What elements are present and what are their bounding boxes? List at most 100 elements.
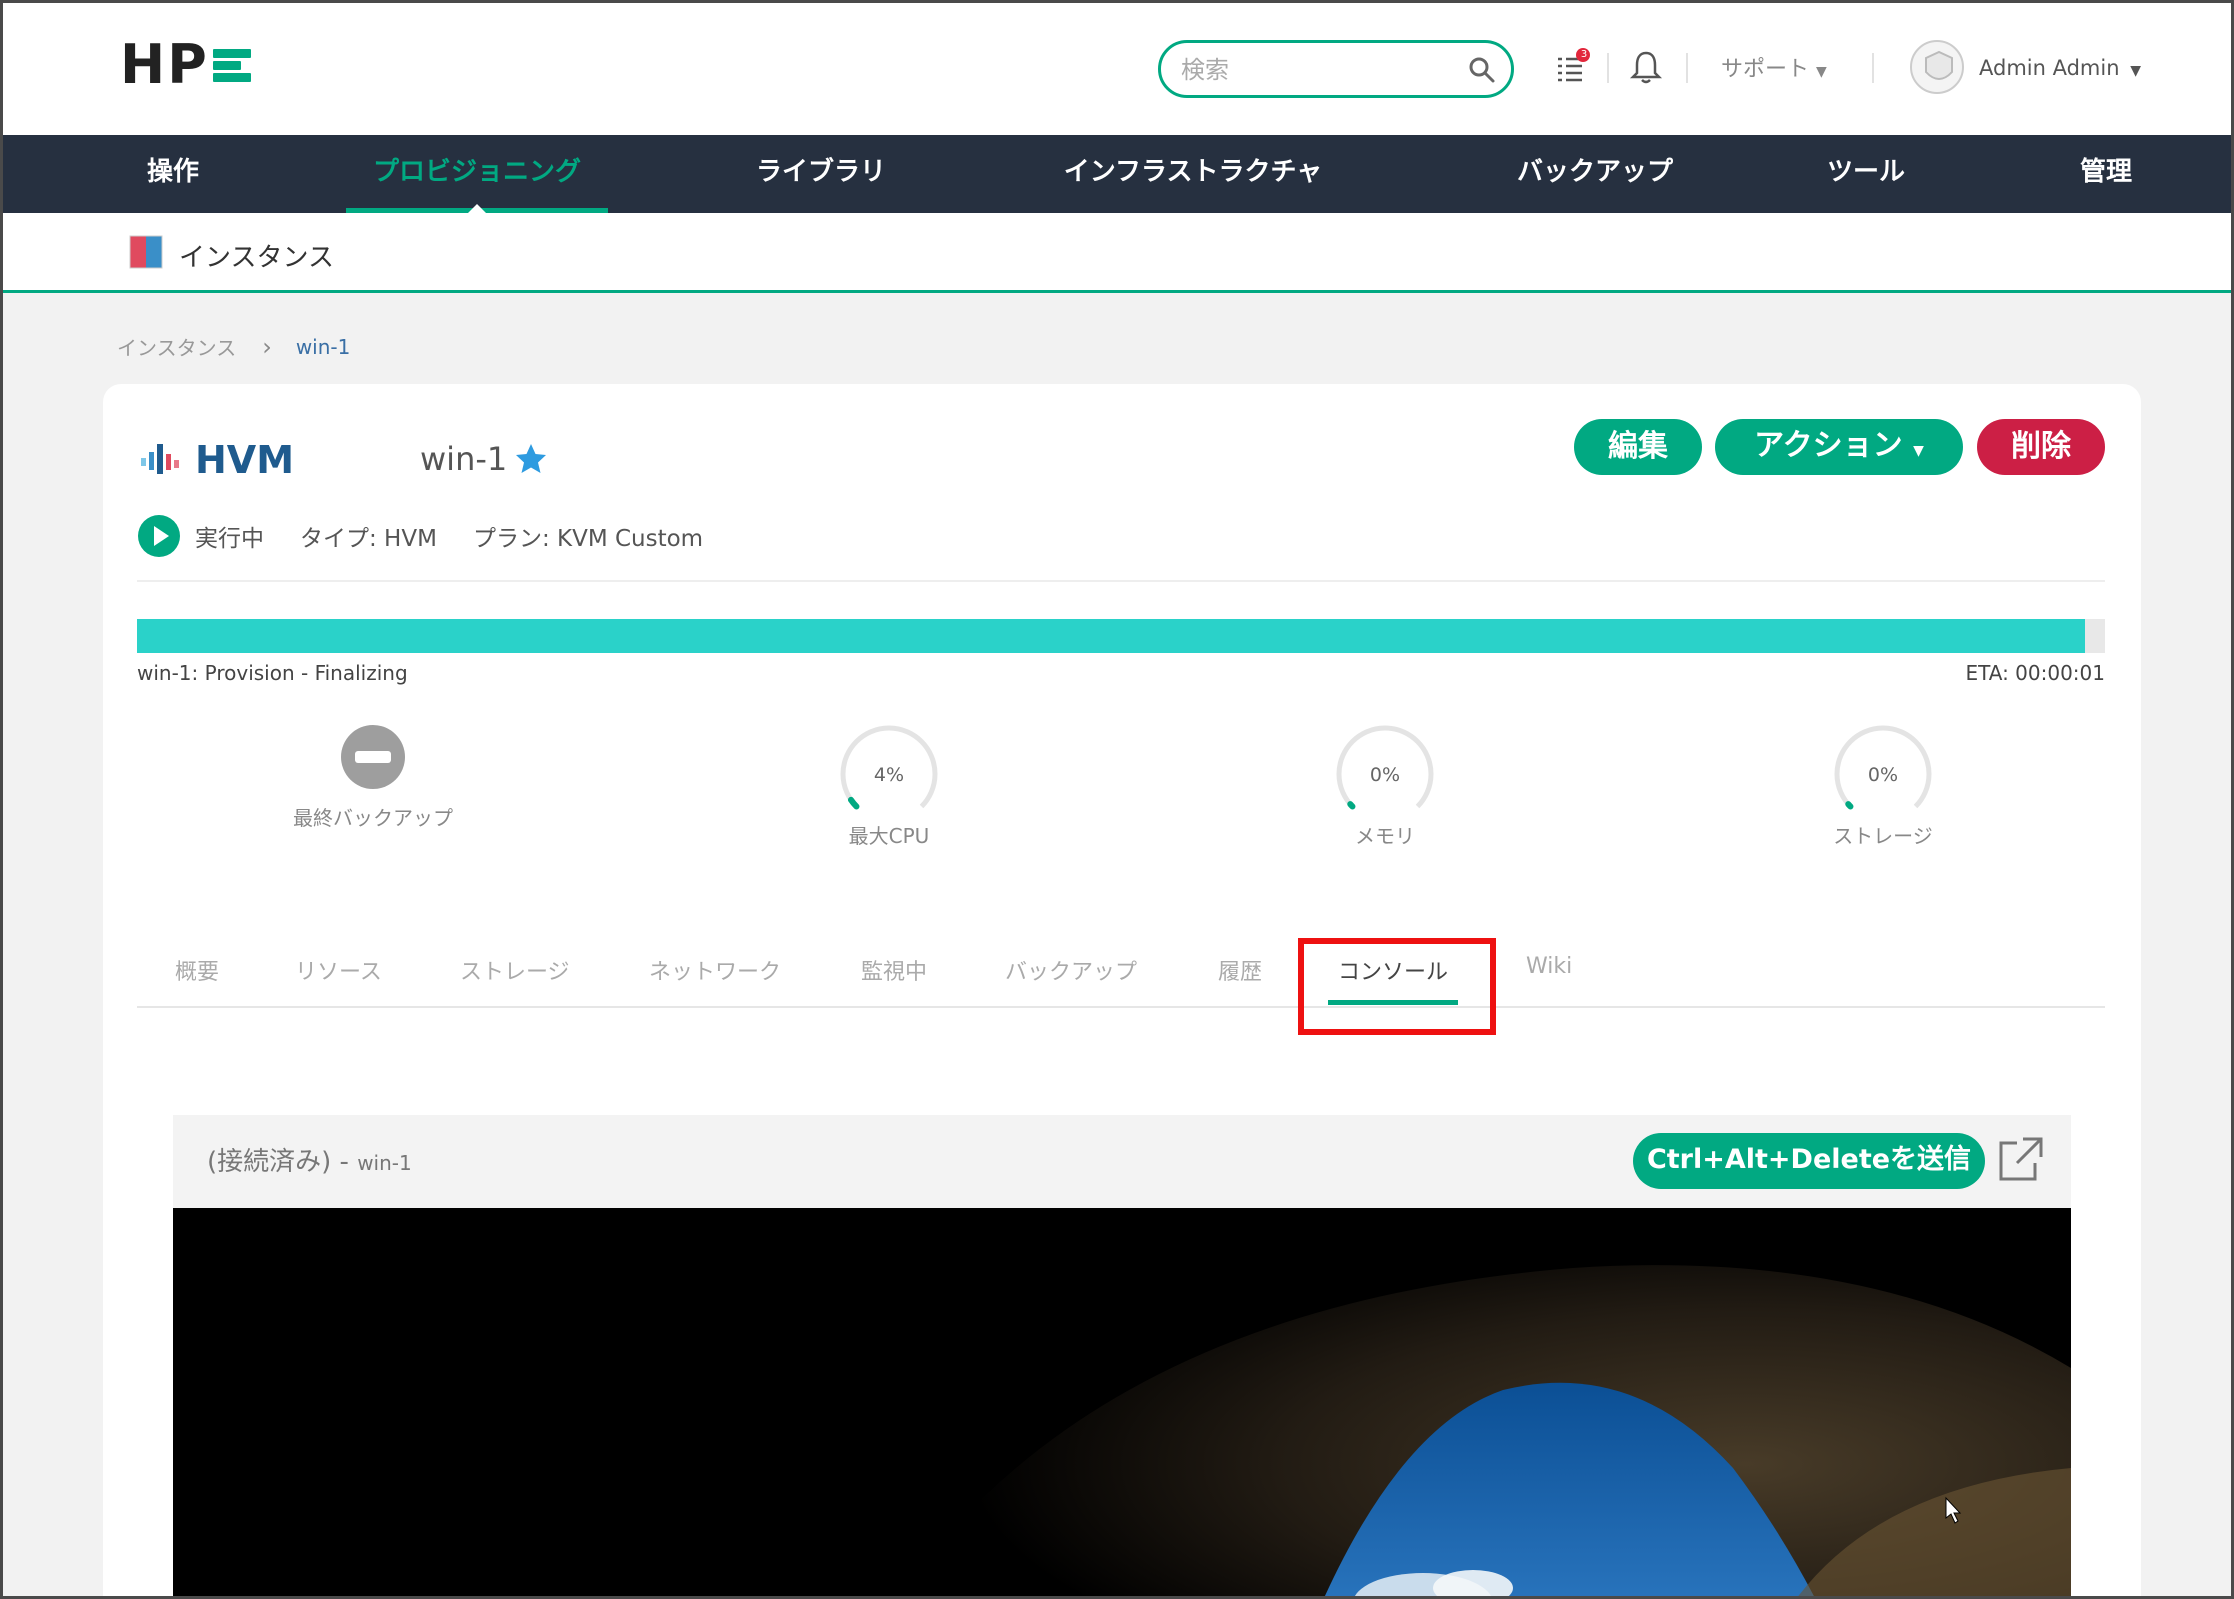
header-divider xyxy=(1686,53,1688,83)
actions-dropdown-button[interactable]: アクション ▼ xyxy=(1715,419,1963,475)
active-caret-icon xyxy=(468,204,486,213)
app-window: HP 3 xyxy=(0,0,2234,1599)
tab-monitoring[interactable]: 監視中 xyxy=(861,954,927,986)
progress-eta: ETA: 00:00:01 xyxy=(1965,661,2105,685)
plan-label: プラン: KVM Custom xyxy=(472,526,704,552)
tab-network[interactable]: ネットワーク xyxy=(649,954,781,986)
desktop-wallpaper xyxy=(173,1208,2071,1596)
caret-down-icon: ▼ xyxy=(1816,64,1827,80)
instances-icon xyxy=(129,235,163,269)
section-title: インスタンス xyxy=(179,243,334,273)
notification-count-badge: 3 xyxy=(1580,49,1588,60)
tab-label: 監視中 xyxy=(861,960,928,985)
search-box[interactable] xyxy=(1158,40,1514,98)
nav-item-label: 管理 xyxy=(2079,157,2132,187)
tab-storage[interactable]: ストレージ xyxy=(460,954,570,986)
tab-label: Wiki xyxy=(1526,954,1573,979)
breadcrumb-link-instances[interactable]: インスタンス xyxy=(117,332,236,361)
actions-button-label: アクション xyxy=(1754,428,1903,463)
instance-tabs: 概要 リソース ストレージ ネットワーク 監視中 バックアップ 履歴 コンソール… xyxy=(137,934,2105,1008)
stat-last-backup: 最終バックアップ xyxy=(253,714,493,831)
status-label: 実行中 xyxy=(195,526,264,552)
top-header: HP 3 xyxy=(3,3,2231,135)
job-list-icon[interactable]: 3 xyxy=(1554,47,1594,87)
gauge-fill xyxy=(1845,801,1854,810)
tab-backups[interactable]: バックアップ xyxy=(1005,954,1137,986)
send-ctrl-alt-delete-button[interactable]: Ctrl+Alt+Deleteを送信 xyxy=(1633,1133,1985,1189)
divider xyxy=(137,580,2105,582)
provision-progress-bar xyxy=(137,619,2105,653)
nav-item-library[interactable]: ライブラリ xyxy=(748,135,894,213)
instance-detail-card: HVM win-1 編集 アクション ▼ 削除 実行中 タイプ: HVM プラン… xyxy=(103,384,2141,1596)
bell-icon[interactable] xyxy=(1629,49,1663,85)
main-nav: 操作 プロビジョニング ライブラリ インフラストラクチャ バックアップ ツール … xyxy=(3,135,2231,213)
no-backup-icon xyxy=(341,725,405,789)
support-label: サポート xyxy=(1721,57,1810,82)
cloud-logo-text: HVM xyxy=(195,438,295,482)
stat-max-cpu: 4% 最大CPU xyxy=(769,714,1009,849)
support-menu[interactable]: サポート ▼ xyxy=(1721,51,1827,83)
stat-label: 最大CPU xyxy=(848,824,930,848)
gauge-fill xyxy=(847,796,860,810)
popout-window-icon[interactable] xyxy=(1995,1135,2045,1185)
instance-status-row: 実行中 タイプ: HVM プラン: KVM Custom xyxy=(137,514,703,558)
user-name-label: Admin Admin xyxy=(1979,56,2120,80)
breadcrumb-current[interactable]: win-1 xyxy=(296,335,351,359)
stat-value: 0% xyxy=(1867,764,1899,786)
stat-label: メモリ xyxy=(1355,824,1415,848)
header-divider xyxy=(1872,53,1874,83)
stat-label: ストレージ xyxy=(1833,824,1933,848)
cloud-logo: HVM xyxy=(139,438,294,482)
user-menu[interactable]: Admin Admin ▼ xyxy=(1979,56,2141,80)
favorite-star-icon[interactable] xyxy=(513,441,549,477)
progress-label: win-1: Provision - Finalizing xyxy=(137,661,408,685)
caret-down-icon: ▼ xyxy=(1913,443,1924,459)
stat-value: 0% xyxy=(1369,764,1401,786)
nav-item-label: 操作 xyxy=(146,157,199,187)
tab-label: リソース xyxy=(295,960,382,985)
hvm-logo-icon xyxy=(141,444,179,474)
tab-wiki[interactable]: Wiki xyxy=(1526,954,1572,979)
section-header: インスタンス xyxy=(3,213,2231,293)
console-title: (接続済み) - win-1 xyxy=(207,1141,412,1178)
tab-overview[interactable]: 概要 xyxy=(175,954,219,986)
tab-label: バックアップ xyxy=(1005,960,1138,985)
nav-item-backups[interactable]: バックアップ xyxy=(1491,135,1699,213)
tab-history[interactable]: 履歴 xyxy=(1218,954,1262,986)
caret-down-icon: ▼ xyxy=(2130,63,2141,79)
tab-resources[interactable]: リソース xyxy=(295,954,382,986)
avatar[interactable] xyxy=(1910,40,1964,94)
nav-item-label: インフラストラクチャ xyxy=(1063,157,1323,187)
hpe-logo[interactable]: HP xyxy=(120,33,251,96)
instance-name-label: win-1 xyxy=(420,440,508,478)
type-label: タイプ: HVM xyxy=(300,526,437,552)
console-screen[interactable] xyxy=(173,1208,2071,1596)
stat-storage: 0% ストレージ xyxy=(1763,714,2003,849)
breadcrumb: インスタンス › win-1 xyxy=(117,332,350,361)
chevron-right-icon: › xyxy=(262,332,272,361)
console-panel: (接続済み) - win-1 Ctrl+Alt+Deleteを送信 xyxy=(173,1115,2071,1596)
instance-name: win-1 xyxy=(420,440,549,478)
nav-item-label: プロビジョニング xyxy=(372,157,581,187)
nav-item-tools[interactable]: ツール xyxy=(1820,135,1912,213)
logo-text: HP xyxy=(120,33,209,96)
tab-label: ネットワーク xyxy=(649,960,782,985)
nav-item-provisioning[interactable]: プロビジョニング xyxy=(346,135,608,213)
nav-item-label: ツール xyxy=(1826,157,1905,187)
stat-label: 最終バックアップ xyxy=(293,806,453,830)
gauge-fill xyxy=(1347,801,1356,810)
edit-button[interactable]: 編集 xyxy=(1574,419,1702,475)
search-icon[interactable] xyxy=(1467,55,1497,85)
tab-label: 履歴 xyxy=(1218,960,1263,985)
delete-button[interactable]: 削除 xyxy=(1977,419,2105,475)
highlight-box xyxy=(1298,938,1496,1035)
tab-label: ストレージ xyxy=(460,960,570,985)
nav-item-administration[interactable]: 管理 xyxy=(2070,135,2142,213)
nav-item-operations[interactable]: 操作 xyxy=(129,135,217,213)
running-status-icon xyxy=(138,515,180,557)
console-host: win-1 xyxy=(357,1151,412,1175)
search-input[interactable] xyxy=(1181,53,1451,87)
nav-item-infrastructure[interactable]: インフラストラクチャ xyxy=(1053,135,1333,213)
nav-item-label: バックアップ xyxy=(1516,157,1673,187)
logo-e-mark xyxy=(212,43,251,87)
